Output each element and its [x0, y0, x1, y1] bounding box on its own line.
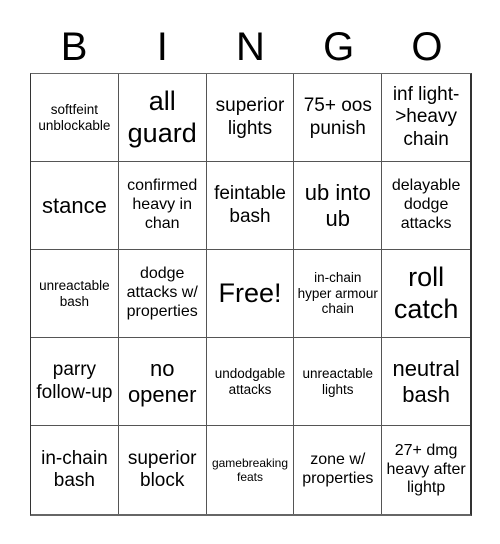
- bingo-cell[interactable]: parry follow-up: [31, 338, 119, 426]
- bingo-grid: softfeint unblockable all guard superior…: [30, 73, 472, 516]
- bingo-cell[interactable]: roll catch: [382, 250, 470, 338]
- free-space[interactable]: Free!: [206, 250, 295, 338]
- header-letter-b: B: [60, 25, 88, 69]
- bingo-cell[interactable]: unreactable bash: [31, 250, 119, 338]
- bingo-cell[interactable]: in-chain hyper armour chain: [294, 250, 383, 338]
- bingo-cell[interactable]: 75+ oos punish: [294, 74, 383, 162]
- bingo-cell[interactable]: no opener: [118, 338, 207, 426]
- bingo-cell[interactable]: neutral bash: [382, 338, 470, 426]
- bingo-cell[interactable]: all guard: [118, 74, 207, 162]
- header-letter-o: O: [411, 25, 443, 69]
- bingo-cell[interactable]: unreactable lights: [294, 338, 383, 426]
- bingo-cell[interactable]: superior lights: [206, 74, 295, 162]
- bingo-cell[interactable]: gamebreaking feats: [207, 426, 295, 514]
- bingo-cell[interactable]: 27+ dmg heavy after lightp: [382, 426, 470, 514]
- bingo-cell[interactable]: superior block: [119, 426, 207, 514]
- bingo-cell[interactable]: zone w/ properties: [294, 426, 383, 514]
- bingo-cell[interactable]: undodgable attacks: [206, 338, 295, 426]
- bingo-cell[interactable]: ub into ub: [294, 162, 383, 250]
- bingo-header: B I N G O: [30, 22, 471, 72]
- bingo-cell[interactable]: feintable bash: [206, 162, 295, 250]
- bingo-cell[interactable]: in-chain bash: [31, 426, 119, 514]
- bingo-cell[interactable]: dodge attacks w/ properties: [118, 250, 207, 338]
- header-letter-n: N: [236, 25, 265, 69]
- header-letter-g: G: [323, 25, 355, 69]
- bingo-cell[interactable]: stance: [31, 162, 119, 250]
- header-letter-i: I: [156, 25, 168, 69]
- bingo-cell[interactable]: delayable dodge attacks: [382, 162, 470, 250]
- bingo-cell[interactable]: confirmed heavy in chan: [118, 162, 207, 250]
- bingo-cell[interactable]: inf light->heavy chain: [382, 74, 470, 162]
- bingo-cell[interactable]: softfeint unblockable: [31, 74, 119, 162]
